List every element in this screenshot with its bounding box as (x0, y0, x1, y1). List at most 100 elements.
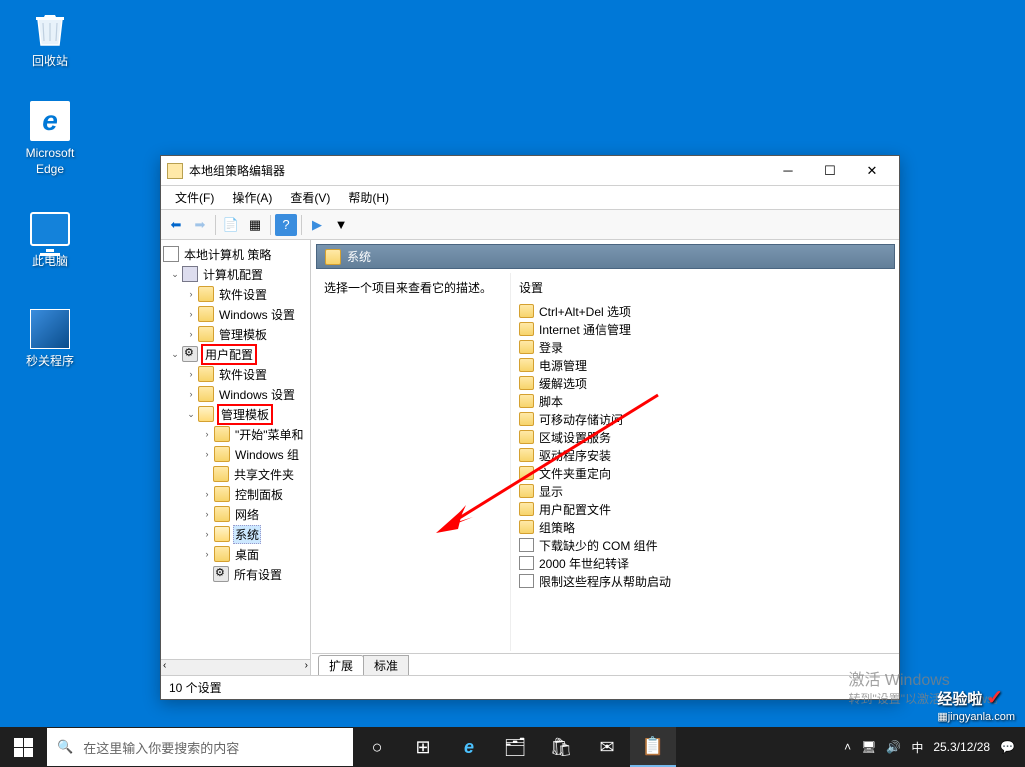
expander-icon[interactable]: › (185, 308, 197, 320)
tree-desktop[interactable]: › 桌面 (163, 544, 308, 564)
list-item[interactable]: Ctrl+Alt+Del 选项 (519, 302, 895, 320)
folder-open-icon (214, 526, 230, 542)
tree-control-panel[interactable]: › 控制面板 (163, 484, 308, 504)
funnel-button[interactable]: ▼ (330, 214, 352, 236)
volume-icon[interactable]: 🔊 (886, 740, 901, 754)
check-icon: ✓ (987, 687, 1004, 709)
cortana-icon[interactable]: ○ (354, 727, 400, 767)
tree-system[interactable]: › 系统 (163, 524, 308, 544)
horizontal-scrollbar[interactable]: ‹› (161, 659, 310, 675)
close-button[interactable]: ✕ (851, 157, 893, 185)
list-item[interactable]: 区域设置服务 (519, 428, 895, 446)
tree-root[interactable]: 本地计算机 策略 (163, 244, 308, 264)
folder-icon (519, 394, 534, 408)
menu-file[interactable]: 文件(F) (167, 187, 222, 208)
up-button[interactable]: 📄 (220, 214, 242, 236)
notifications-icon[interactable]: 💬 (1000, 740, 1015, 754)
network-icon[interactable]: 🖥 (861, 740, 876, 754)
settings-list[interactable]: 设置 Ctrl+Alt+Del 选项Internet 通信管理登录电源管理缓解选… (511, 273, 895, 651)
computer-icon (182, 266, 198, 282)
back-button[interactable]: ⬅ (165, 214, 187, 236)
help-button[interactable]: ? (275, 214, 297, 236)
list-item[interactable]: 下载缺少的 COM 组件 (519, 536, 895, 554)
tree-user-config[interactable]: ⌄ 用户配置 (163, 344, 308, 364)
tree-cc-software[interactable]: › 软件设置 (163, 284, 308, 304)
policy-icon (163, 246, 179, 262)
expander-icon[interactable]: ⌄ (185, 408, 197, 420)
task-view-icon[interactable]: ⊞ (400, 727, 446, 767)
expander-icon[interactable]: › (185, 368, 197, 380)
file-explorer-icon[interactable]: 🗂 (492, 727, 538, 767)
list-item-label: 电源管理 (539, 357, 587, 374)
tree-computer-config[interactable]: ⌄ 计算机配置 (163, 264, 308, 284)
tree-cc-windows[interactable]: › Windows 设置 (163, 304, 308, 324)
expander-icon[interactable]: › (185, 328, 197, 340)
list-item[interactable]: 脚本 (519, 392, 895, 410)
tree-all-settings[interactable]: 所有设置 (163, 564, 308, 584)
tree-shared-folders[interactable]: 共享文件夹 (163, 464, 308, 484)
tree-uc-windows[interactable]: › Windows 设置 (163, 384, 308, 404)
expander-icon[interactable]: › (201, 528, 213, 540)
taskbar-search[interactable]: 🔍 在这里输入你要搜索的内容 (47, 728, 353, 766)
list-item-label: 可移动存储访问 (539, 411, 623, 428)
tray-up-icon[interactable]: ˄ (844, 740, 851, 754)
expander-icon[interactable]: ⌄ (169, 268, 181, 280)
maximize-button[interactable]: ☐ (809, 157, 851, 185)
list-item-label: Internet 通信管理 (539, 321, 631, 338)
expander-icon[interactable]: › (185, 288, 197, 300)
list-item[interactable]: 限制这些程序从帮助启动 (519, 572, 895, 590)
folder-icon (519, 430, 534, 444)
expander-icon[interactable]: › (201, 488, 213, 500)
tree-uc-admin[interactable]: ⌄ 管理模板 (163, 404, 308, 424)
tree-windows-comp[interactable]: › Windows 组 (163, 444, 308, 464)
list-item[interactable]: 2000 年世纪转译 (519, 554, 895, 572)
expander-icon[interactable]: ⌄ (169, 348, 181, 360)
list-item[interactable]: 文件夹重定向 (519, 464, 895, 482)
show-hide-button[interactable]: ▦ (244, 214, 266, 236)
clock[interactable]: 25.3/12/28 (933, 740, 990, 754)
list-item[interactable]: 可移动存储访问 (519, 410, 895, 428)
mail-icon[interactable]: ✉ (584, 727, 630, 767)
forward-button: ➡ (189, 214, 211, 236)
desktop-recycle-bin[interactable]: 回收站 (14, 8, 86, 70)
menu-action[interactable]: 操作(A) (224, 187, 280, 208)
search-placeholder: 在这里输入你要搜索的内容 (83, 738, 239, 757)
list-item[interactable]: 电源管理 (519, 356, 895, 374)
store-icon[interactable]: 🛍 (538, 727, 584, 767)
minimize-button[interactable]: ─ (767, 157, 809, 185)
tree-pane[interactable]: 本地计算机 策略 ⌄ 计算机配置 › 软件设置 › Windows 设置 › 管… (161, 240, 311, 675)
ime-icon[interactable]: 中 (911, 739, 923, 756)
list-item[interactable]: Internet 通信管理 (519, 320, 895, 338)
list-item[interactable]: 登录 (519, 338, 895, 356)
menu-view[interactable]: 查看(V) (282, 187, 338, 208)
tool-icon (29, 308, 71, 350)
tree-start-menu[interactable]: › "开始"菜单和 (163, 424, 308, 444)
gpedit-taskbar-icon[interactable]: 📋 (630, 727, 676, 767)
list-item[interactable]: 用户配置文件 (519, 500, 895, 518)
expander-icon[interactable]: › (201, 448, 213, 460)
tree-network[interactable]: › 网络 (163, 504, 308, 524)
desktop-edge[interactable]: e Microsoft Edge (14, 100, 86, 177)
desktop-tool[interactable]: 秒关程序 (14, 308, 86, 370)
expander-icon[interactable]: › (201, 508, 213, 520)
titlebar[interactable]: 本地组策略编辑器 ─ ☐ ✕ (161, 156, 899, 186)
desktop-tool-label: 秒关程序 (14, 354, 86, 370)
expander-icon[interactable]: › (201, 548, 213, 560)
tab-extended[interactable]: 扩展 (318, 655, 364, 675)
start-button[interactable] (0, 727, 46, 767)
list-item[interactable]: 缓解选项 (519, 374, 895, 392)
desktop-this-pc[interactable]: 此电脑 (14, 208, 86, 270)
taskbar-edge-icon[interactable]: e (446, 727, 492, 767)
list-item[interactable]: 组策略 (519, 518, 895, 536)
tree-cc-admin[interactable]: › 管理模板 (163, 324, 308, 344)
filter-button[interactable]: ▶ (306, 214, 328, 236)
list-item[interactable]: 驱动程序安装 (519, 446, 895, 464)
tab-standard[interactable]: 标准 (363, 655, 409, 675)
gpedit-window: 本地组策略编辑器 ─ ☐ ✕ 文件(F) 操作(A) 查看(V) 帮助(H) ⬅… (160, 155, 900, 700)
list-item[interactable]: 显示 (519, 482, 895, 500)
expander-icon[interactable]: › (185, 388, 197, 400)
expander-icon[interactable]: › (201, 428, 213, 440)
tree-uc-software[interactable]: › 软件设置 (163, 364, 308, 384)
menu-help[interactable]: 帮助(H) (340, 187, 397, 208)
toolbar: ⬅ ➡ 📄 ▦ ? ▶ ▼ (161, 210, 899, 240)
